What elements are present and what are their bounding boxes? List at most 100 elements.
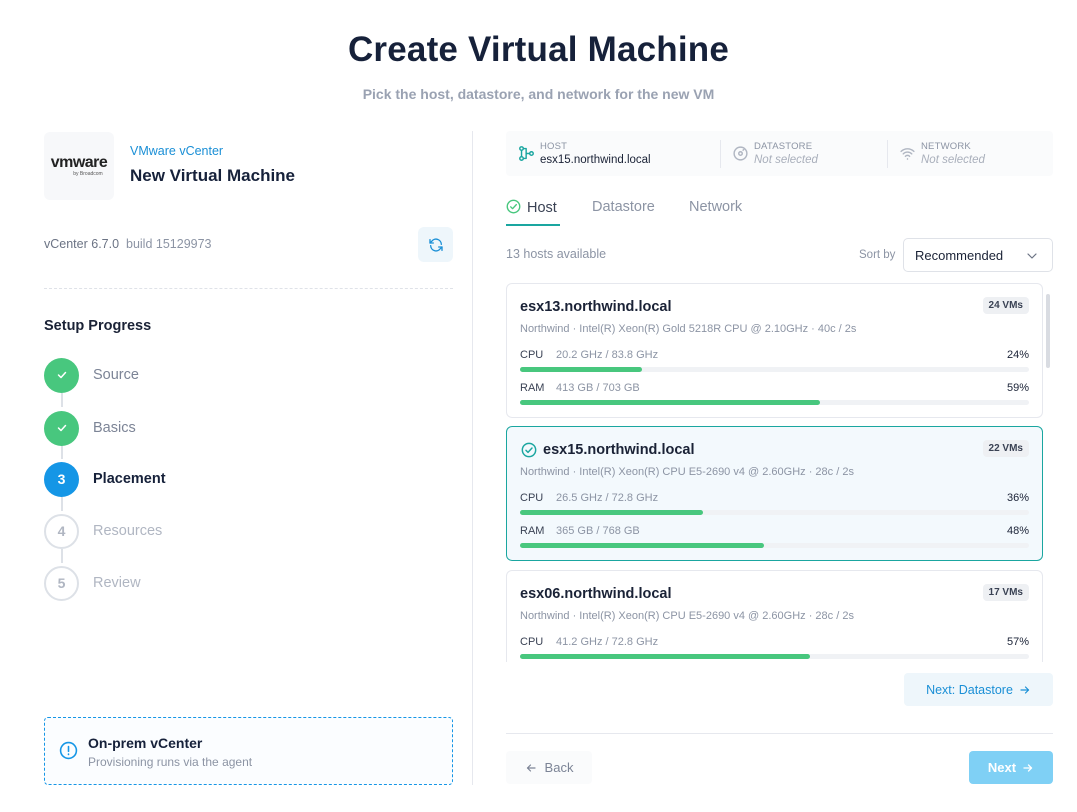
vm-count-badge: 24 VMs [982, 297, 1029, 314]
footer-divider [506, 733, 1053, 734]
chevron-down-icon [1027, 253, 1037, 259]
check-icon [44, 357, 79, 393]
cpu-bar-fill [520, 510, 704, 515]
host-list[interactable]: esx13.northwind.local 24 VMs Northwind ·… [506, 283, 1043, 662]
summary-divider [720, 140, 721, 168]
step-source[interactable]: Source [44, 357, 344, 393]
cpu-bar [520, 510, 1029, 515]
tab-label: Host [527, 200, 557, 216]
left-divider [44, 288, 453, 289]
version-number: vCenter 6.7.0 [44, 237, 120, 251]
disk-icon [733, 146, 748, 161]
ram-bar-fill [520, 543, 765, 548]
sort-label: Sort by [859, 249, 896, 261]
step-placement[interactable]: 3 Placement [44, 461, 344, 497]
step-connector [61, 549, 63, 563]
ram-bar [520, 543, 1029, 548]
panel-divider [472, 131, 473, 785]
ram-value: 365 GB / 768 GB [556, 525, 640, 537]
tab-host[interactable]: Host [506, 199, 557, 216]
version-info: vCenter 6.7.0 build 15129973 [44, 237, 212, 251]
cpu-label: CPU [520, 349, 544, 361]
host-name: esx06.northwind.local [520, 586, 672, 602]
arrow-right-icon [1020, 685, 1030, 694]
ram-bar [520, 400, 1029, 405]
ram-label: RAM [520, 382, 545, 394]
vm-count-badge: 22 VMs [982, 440, 1029, 457]
wizard-title: New Virtual Machine [130, 166, 296, 185]
check-circle-icon [506, 199, 521, 214]
ram-bar-fill [520, 400, 821, 405]
next-button[interactable]: Next [969, 751, 1053, 784]
cpu-bar [520, 654, 1029, 659]
host-name: esx15.northwind.local [543, 442, 695, 458]
wifi-icon [900, 148, 915, 160]
logo-text: vmware [50, 154, 108, 171]
step-label: Source [93, 367, 139, 383]
host-description: Northwind · Intel(R) Xeon(R) Gold 5218R … [520, 323, 857, 335]
cpu-percent: 36% [1006, 492, 1029, 504]
cpu-bar [520, 367, 1029, 372]
page-title: Create Virtual Machine [347, 30, 730, 69]
host-card-selected[interactable]: esx15.northwind.local 22 VMs Northwind ·… [506, 426, 1043, 561]
vendor-name: VMware vCenter [130, 144, 224, 158]
cpu-value: 41.2 GHz / 72.8 GHz [556, 636, 659, 648]
step-number: 4 [44, 513, 79, 549]
cpu-label: CPU [520, 636, 544, 648]
step-label: Resources [93, 523, 163, 539]
hosts-count: 13 hosts available [506, 247, 607, 261]
summary-datastore-caption: DATASTORE [754, 141, 813, 152]
info-callout: On-prem vCenter Provisioning runs via th… [44, 717, 453, 785]
step-basics[interactable]: Basics [44, 410, 344, 446]
host-card[interactable]: esx13.northwind.local 24 VMs Northwind ·… [506, 283, 1043, 418]
step-connector [61, 393, 63, 407]
summary-divider [887, 140, 888, 168]
active-tab-indicator [506, 224, 560, 226]
step-number: 3 [44, 461, 79, 497]
info-title: On-prem vCenter [88, 735, 203, 751]
host-description: Northwind · Intel(R) Xeon(R) CPU E5-2690… [520, 610, 854, 622]
ram-percent: 48% [1006, 525, 1029, 537]
step-label: Placement [93, 471, 166, 487]
host-list-scrollbar[interactable] [1046, 294, 1050, 368]
arrow-left-icon [526, 763, 536, 772]
summary-network-caption: NETWORK [921, 141, 971, 152]
summary-datastore: DATASTORE Not selected [728, 139, 878, 169]
tab-datastore[interactable]: Datastore [592, 199, 655, 215]
refresh-button[interactable] [418, 227, 453, 262]
ram-percent: 59% [1006, 382, 1029, 394]
vm-count-badge: 17 VMs [982, 584, 1029, 601]
page-subtitle: Pick the host, datastore, and network fo… [362, 86, 715, 102]
step-connector [61, 445, 63, 459]
back-button[interactable]: Back [506, 751, 592, 784]
next-label: Next [987, 760, 1017, 775]
step-resources[interactable]: 4 Resources [44, 513, 344, 549]
check-icon [44, 410, 79, 446]
back-label: Back [544, 760, 574, 775]
step-connector [61, 497, 63, 511]
cpu-percent: 24% [1006, 349, 1029, 361]
next-datastore-button[interactable]: Next: Datastore [904, 673, 1053, 706]
selection-summary: HOST esx15.northwind.local DATASTORE Not… [506, 131, 1053, 176]
host-description: Northwind · Intel(R) Xeon(R) CPU E5-2690… [520, 466, 854, 478]
summary-network: NETWORK Not selected [895, 139, 1045, 169]
summary-datastore-value: Not selected [754, 154, 818, 166]
cpu-percent: 57% [1006, 636, 1029, 648]
summary-host-value: esx15.northwind.local [540, 154, 651, 166]
refresh-icon [428, 237, 443, 252]
host-card[interactable]: esx06.northwind.local 17 VMs Northwind ·… [506, 570, 1043, 662]
build-number: build 15129973 [126, 237, 212, 251]
summary-host-caption: HOST [540, 141, 568, 152]
cpu-bar-fill [520, 654, 811, 659]
step-review[interactable]: 5 Review [44, 565, 344, 601]
step-label: Basics [93, 420, 136, 436]
arrow-right-icon [1023, 763, 1033, 772]
info-alert-icon [59, 741, 78, 760]
summary-host: HOST esx15.northwind.local [514, 139, 714, 169]
ram-value: 413 GB / 703 GB [556, 382, 640, 394]
check-circle-icon [521, 442, 537, 458]
sort-value: Recommended [915, 248, 1004, 263]
tab-network[interactable]: Network [689, 199, 742, 215]
sort-select[interactable]: Recommended [903, 238, 1053, 272]
summary-network-value: Not selected [921, 154, 985, 166]
